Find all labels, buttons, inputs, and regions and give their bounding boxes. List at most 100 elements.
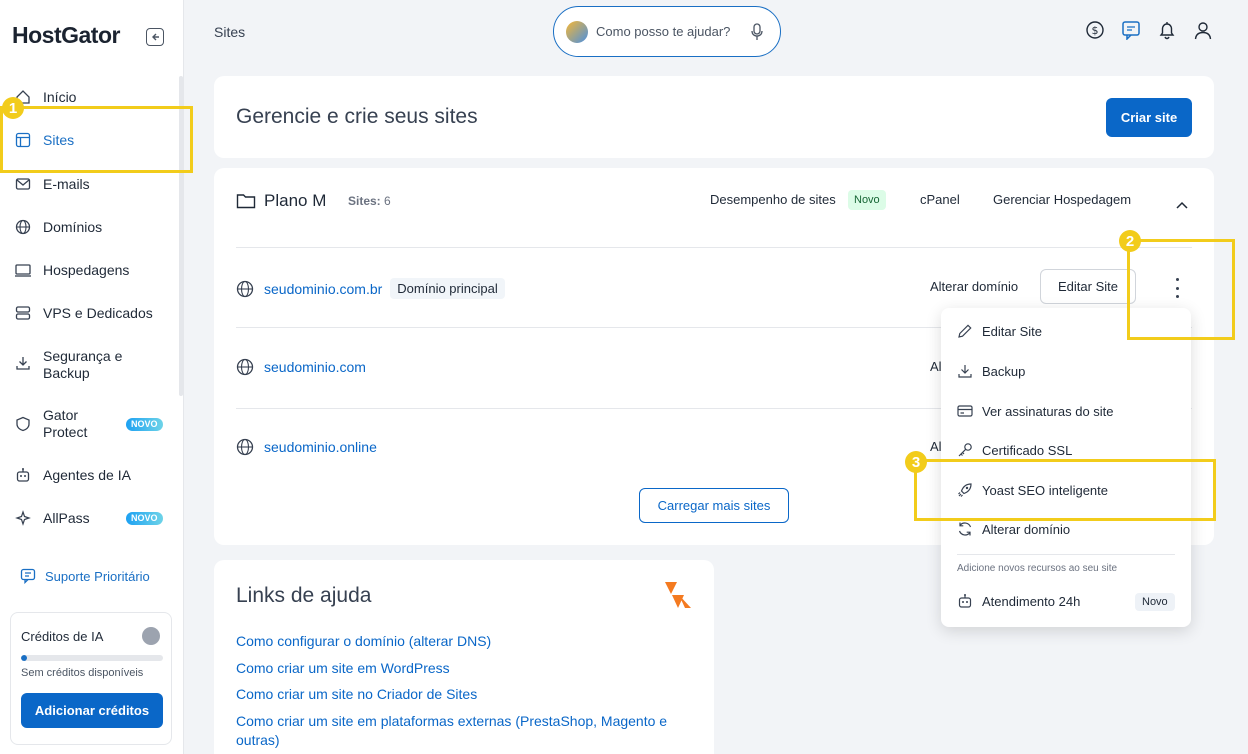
highlight-box-sites — [0, 106, 193, 173]
sidebar-item-label: Início — [43, 89, 77, 105]
annotation-marker-3: 3 — [905, 451, 927, 473]
menu-item-label: Backup — [982, 363, 1026, 379]
sidebar-item-label: Gator Protect — [43, 407, 88, 440]
change-domain-link[interactable]: Alterar domínio — [930, 279, 1018, 294]
support-label: Suporte Prioritário — [45, 568, 150, 584]
chevron-up-icon[interactable] — [1176, 196, 1188, 212]
site-domain-link[interactable]: seudominio.online — [264, 439, 377, 455]
priority-support-link[interactable]: Suporte Prioritário — [20, 568, 150, 584]
menu-item-support-24h[interactable]: Atendimento 24h — [957, 593, 1080, 609]
site-row: seudominio.com — [236, 358, 366, 376]
sidebar-item-dominios[interactable]: Domínios — [14, 218, 102, 236]
robot-icon — [957, 593, 973, 609]
highlight-box-more-options — [1127, 239, 1235, 340]
sidebar-item-seguranca[interactable]: Segurança e Backup — [14, 348, 133, 382]
download-icon — [957, 363, 973, 379]
globe-icon — [236, 280, 254, 298]
sidebar-item-emails[interactable]: E-mails — [14, 175, 90, 193]
help-link[interactable]: Como criar um site em WordPress — [236, 659, 450, 678]
manage-hosting-link[interactable]: Gerenciar Hospedagem — [993, 192, 1131, 207]
annotation-marker-2: 2 — [1119, 230, 1141, 252]
performance-link[interactable]: Desempenho de sites — [710, 192, 836, 207]
menu-item-ssl[interactable]: Certificado SSL — [957, 442, 1072, 458]
help-link[interactable]: Como configurar o domínio (alterar DNS) — [236, 632, 491, 651]
page-breadcrumb: Sites — [214, 24, 246, 40]
support-chat-icon — [20, 568, 36, 584]
menu-item-edit-site[interactable]: Editar Site — [957, 323, 1042, 339]
menu-item-label: Ver assinaturas do site — [982, 403, 1114, 419]
menu-item-label: Alterar domínio — [982, 521, 1071, 537]
dollar-icon[interactable]: $ — [1085, 20, 1105, 40]
sidebar-item-vps[interactable]: VPS e Dedicados — [14, 304, 153, 322]
laptop-icon — [14, 261, 32, 279]
site-row: seudominio.online — [236, 438, 377, 456]
search-input[interactable]: Como posso te ajudar? — [596, 24, 744, 39]
sites-count-value: 6 — [384, 194, 391, 208]
hostgator-logo[interactable]: HostGator — [12, 22, 120, 49]
novo-badge: NOVO — [126, 418, 163, 431]
annotation-marker-1: 1 — [2, 97, 24, 119]
sidebar-item-hospedagens[interactable]: Hospedagens — [14, 261, 129, 279]
sparkle-icon — [14, 509, 32, 527]
refresh-icon — [957, 521, 973, 537]
help-links-card: Links de ajuda Como configurar o domínio… — [214, 560, 714, 754]
change-domain-link[interactable]: Al — [930, 359, 942, 374]
credits-subtitle: Sem créditos disponíveis — [21, 667, 144, 679]
sidebar-item-label: Agentes de IA — [43, 467, 131, 483]
site-domain-link[interactable]: seudominio.com — [264, 359, 366, 375]
sidebar-item-agentes-ia[interactable]: Agentes de IA — [14, 466, 131, 484]
menu-item-change-domain[interactable]: Alterar domínio — [957, 521, 1070, 537]
assistant-search-bar[interactable]: Como posso te ajudar? — [553, 6, 781, 57]
sidebar-item-label: Segurança e Backup — [43, 348, 123, 381]
change-domain-link[interactable]: Al — [930, 439, 942, 454]
assistant-avatar-icon — [566, 20, 588, 43]
globe-icon — [236, 358, 254, 376]
menu-item-label: Editar Site — [982, 323, 1042, 339]
sites-count: Sites: 6 — [348, 194, 391, 208]
menu-item-label: Certificado SSL — [982, 442, 1073, 458]
globe-icon — [14, 218, 32, 236]
key-icon — [957, 442, 973, 458]
main-domain-tag: Domínio principal — [390, 278, 505, 299]
robot-icon — [14, 466, 32, 484]
edit-site-button[interactable]: Editar Site — [1040, 269, 1136, 304]
header-card: Gerencie e crie seus sites Criar site — [214, 76, 1214, 158]
collapse-sidebar-icon[interactable] — [146, 28, 164, 46]
mail-icon — [14, 175, 32, 193]
add-credits-button[interactable]: Adicionar créditos — [21, 693, 163, 728]
plan-name: Plano M — [264, 191, 327, 210]
cpanel-link[interactable]: cPanel — [920, 192, 960, 207]
site-row: seudominio.com.br Domínio principal — [236, 278, 505, 299]
sidebar-item-label: VPS e Dedicados — [43, 305, 153, 321]
create-site-button[interactable]: Criar site — [1106, 98, 1192, 137]
menu-item-backup[interactable]: Backup — [957, 363, 1025, 379]
menu-hint-text: Adicione novos recursos ao seu site — [957, 563, 1118, 574]
sidebar-item-allpass[interactable]: AllPass — [14, 509, 90, 527]
menu-item-subscriptions[interactable]: Ver assinaturas do site — [957, 403, 1114, 419]
download-icon — [14, 354, 32, 372]
load-more-sites-button[interactable]: Carregar mais sites — [639, 488, 789, 523]
user-icon[interactable] — [1193, 20, 1213, 40]
sidebar-item-label: Domínios — [43, 219, 103, 235]
chat-icon[interactable] — [1121, 20, 1141, 40]
site-domain-link[interactable]: seudominio.com.br — [264, 281, 382, 297]
highlight-box-yoast — [914, 459, 1216, 521]
sidebar-item-label: Hospedagens — [43, 262, 130, 278]
help-link[interactable]: Como criar um site em plataformas extern… — [236, 712, 676, 750]
sidebar-item-label: AllPass — [43, 510, 90, 526]
page-title: Gerencie e crie seus sites — [236, 105, 478, 128]
sidebar-item-label: E-mails — [43, 176, 90, 192]
sidebar-item-inicio[interactable]: Início — [14, 88, 76, 106]
sidebar-item-gator-protect[interactable]: Gator Protect — [14, 407, 103, 441]
credits-progress-fill — [21, 655, 27, 661]
folder-icon — [236, 193, 256, 212]
hostgator-mark-icon — [664, 581, 692, 612]
microphone-icon[interactable] — [744, 22, 770, 41]
card-icon — [957, 403, 973, 419]
server-icon — [14, 304, 32, 322]
shield-icon — [14, 415, 32, 433]
help-title: Links de ajuda — [236, 584, 372, 607]
bell-icon[interactable] — [1157, 20, 1177, 40]
divider — [236, 247, 1192, 248]
help-link[interactable]: Como criar um site no Criador de Sites — [236, 685, 477, 704]
